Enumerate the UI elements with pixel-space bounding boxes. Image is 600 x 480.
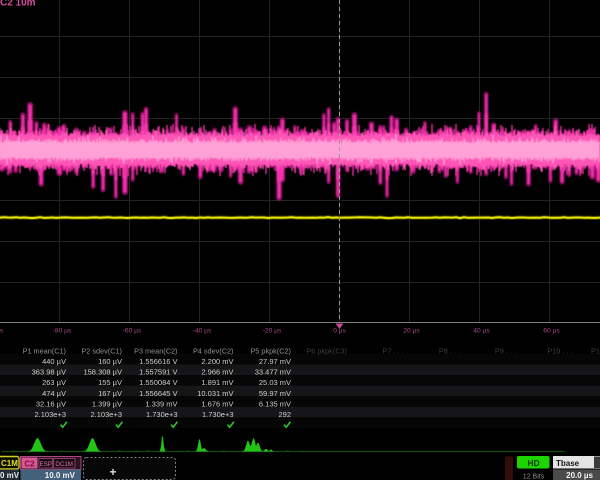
svg-text:10.0 mV: 10.0 mV bbox=[45, 471, 76, 480]
svg-text:363.98 µV: 363.98 µV bbox=[32, 368, 66, 377]
svg-text:+: + bbox=[109, 465, 116, 479]
svg-text:2.103e+3: 2.103e+3 bbox=[35, 410, 67, 419]
svg-text:2.966 mV: 2.966 mV bbox=[201, 368, 233, 377]
svg-text:1.556616 V: 1.556616 V bbox=[139, 357, 177, 366]
svg-text:ESP: ESP bbox=[40, 461, 52, 468]
svg-text:P6 pkpk(C3): P6 pkpk(C3) bbox=[306, 346, 347, 355]
svg-text:-40 µs: -40 µs bbox=[193, 328, 212, 335]
svg-text:0 µs: 0 µs bbox=[333, 328, 346, 335]
svg-text:-80 µs: -80 µs bbox=[53, 328, 72, 335]
svg-text:-60 µs: -60 µs bbox=[123, 328, 142, 335]
svg-text:33.477 mV: 33.477 mV bbox=[255, 368, 291, 377]
svg-text:2.200 mV: 2.200 mV bbox=[201, 357, 233, 366]
svg-text:6.135 mV: 6.135 mV bbox=[259, 399, 291, 408]
svg-text:P1: P1 bbox=[591, 346, 600, 355]
svg-text:HD: HD bbox=[527, 458, 539, 468]
svg-text:440 µV: 440 µV bbox=[42, 357, 66, 366]
svg-text:P7 . . .: P7 . . . bbox=[382, 346, 403, 355]
svg-text:474 µV: 474 µV bbox=[42, 389, 66, 398]
svg-text:1.556645 V: 1.556645 V bbox=[139, 389, 177, 398]
svg-text:C2 10m: C2 10m bbox=[0, 0, 36, 9]
svg-text:1.557591 V: 1.557591 V bbox=[139, 368, 177, 377]
svg-text:40 µs: 40 µs bbox=[473, 328, 490, 335]
svg-text:C2: C2 bbox=[24, 460, 35, 469]
svg-text:59.97 mV: 59.97 mV bbox=[259, 389, 291, 398]
svg-text:P5 pkpk(C2): P5 pkpk(C2) bbox=[250, 346, 291, 355]
svg-text:12 Bits: 12 Bits bbox=[523, 474, 545, 480]
svg-text:32.16 µV: 32.16 µV bbox=[36, 399, 66, 408]
svg-text:263 µV: 263 µV bbox=[42, 378, 66, 387]
svg-text:1.730e+3: 1.730e+3 bbox=[146, 410, 178, 419]
svg-text:20 µs: 20 µs bbox=[403, 328, 420, 335]
svg-text:P2 sdev(C1): P2 sdev(C1) bbox=[81, 346, 122, 355]
svg-text:292: 292 bbox=[278, 410, 291, 419]
svg-text:60 µs: 60 µs bbox=[543, 328, 560, 335]
svg-text:Tbase: Tbase bbox=[556, 459, 580, 468]
svg-text:27.97 mV: 27.97 mV bbox=[259, 357, 291, 366]
svg-text:160 µV: 160 µV bbox=[98, 357, 122, 366]
svg-text:25.03 mV: 25.03 mV bbox=[259, 378, 291, 387]
svg-text:155 µV: 155 µV bbox=[98, 378, 122, 387]
svg-text:DC1M: DC1M bbox=[55, 461, 73, 468]
svg-text:P4 sdev(C2): P4 sdev(C2) bbox=[193, 346, 234, 355]
svg-text:158.308 µV: 158.308 µV bbox=[83, 368, 122, 377]
svg-text:1.730e+3: 1.730e+3 bbox=[202, 410, 234, 419]
svg-text:P1 mean(C1): P1 mean(C1) bbox=[23, 346, 66, 355]
svg-text:-20 µs: -20 µs bbox=[263, 328, 282, 335]
svg-text:167 µV: 167 µV bbox=[98, 389, 122, 398]
svg-text:20.0 µs: 20.0 µs bbox=[566, 471, 593, 480]
svg-text:0 mV: 0 mV bbox=[0, 471, 20, 480]
svg-text:P3 mean(C2): P3 mean(C2) bbox=[134, 346, 177, 355]
svg-text:1.550084 V: 1.550084 V bbox=[139, 378, 177, 387]
svg-text:1.339 mV: 1.339 mV bbox=[145, 399, 177, 408]
svg-text:P9 . . .: P9 . . . bbox=[495, 346, 516, 355]
svg-text:C1M: C1M bbox=[1, 459, 18, 468]
svg-text:P8 . . .: P8 . . . bbox=[439, 346, 460, 355]
svg-text:1.399 µV: 1.399 µV bbox=[92, 399, 122, 408]
svg-text:10.031 mV: 10.031 mV bbox=[197, 389, 233, 398]
svg-text:1.891 mV: 1.891 mV bbox=[201, 378, 233, 387]
svg-text:P10 . . .: P10 . . . bbox=[547, 346, 572, 355]
svg-text:2.103e+3: 2.103e+3 bbox=[91, 410, 123, 419]
svg-text:1.676 mV: 1.676 mV bbox=[201, 399, 233, 408]
